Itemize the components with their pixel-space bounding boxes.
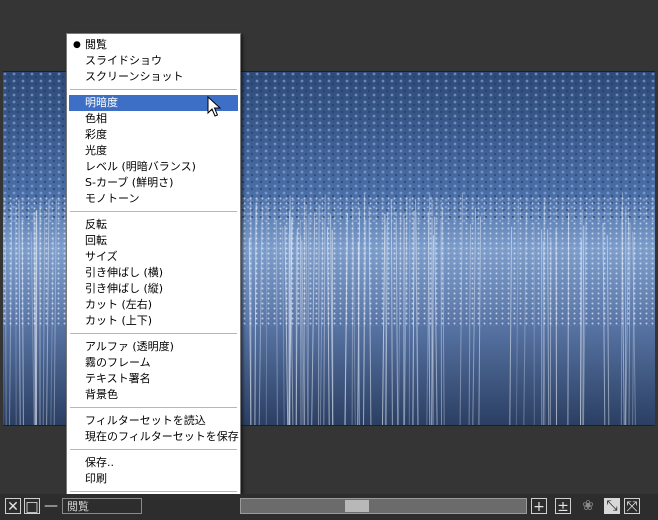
menu-separator [70,407,237,408]
fit-shrink-icon[interactable]: ⤧ [624,498,640,515]
menu-item[interactable]: 印刷 [69,471,238,487]
zoom-in-icon[interactable]: + [531,498,547,515]
menu-item-label: モノトーン [85,192,140,205]
menu-item-label: S-カーブ (鮮明さ) [85,176,174,189]
menu-item-label: 明暗度 [85,96,118,109]
zoom-slider[interactable] [240,498,527,514]
menu-item-label: フィルターセットを読込 [85,414,206,427]
menu-separator [70,449,237,450]
menu-item-label: 保存.. [85,456,114,469]
menu-item[interactable]: 光度 [69,143,238,159]
bottom-toolbar: ✕ □ — 閲覧 + ± ❀ ⤡ ⤧ [0,494,658,520]
menu-item-label: 引き伸ばし (横) [85,266,164,279]
menu-item[interactable]: フィルターセットを読込 [69,413,238,429]
menu-item[interactable]: モノトーン [69,191,238,207]
menu-item[interactable]: アルファ (透明度) [69,339,238,355]
menu-item-label: レベル (明暗バランス) [85,160,196,173]
menu-item[interactable]: ● 閲覧 [69,37,238,53]
menu-item[interactable]: 彩度 [69,127,238,143]
menu-item-label: カット (上下) [85,314,153,327]
menu-item[interactable]: 保存.. [69,455,238,471]
menu-item[interactable]: 霧のフレーム [69,355,238,371]
menu-item-label: 霧のフレーム [85,356,151,369]
menu-item[interactable]: 背景色 [69,387,238,403]
menu-item[interactable]: 回転 [69,233,238,249]
menu-item[interactable]: スクリーンショット [69,69,238,85]
menu-separator [70,89,237,90]
menu-item-label: 反転 [85,218,107,231]
menu-item-label: 彩度 [85,128,107,141]
menu-item-label: テキスト署名 [85,372,151,385]
menu-item-label: アルファ (透明度) [85,340,174,353]
menu-item-label: 背景色 [85,388,118,401]
menu-item[interactable]: カット (上下) [69,313,238,329]
fit-expand-icon[interactable]: ⤡ [604,498,620,514]
menu-item[interactable]: カット (左右) [69,297,238,313]
mode-select[interactable]: 閲覧 [62,498,142,514]
image-viewer-window: ● 閲覧 スライドショウ スクリーンショット 明暗度 色相 彩度 光度 レベル (明暗バランス)… [0,0,658,520]
menu-separator [70,211,237,212]
menu-item-label: 印刷 [85,472,107,485]
close-icon[interactable]: ✕ [5,498,21,515]
menu-item[interactable]: 引き伸ばし (縦) [69,281,238,297]
restore-icon[interactable]: □ [24,498,40,515]
menu-item[interactable]: レベル (明暗バランス) [69,159,238,175]
zoom-reset-icon[interactable]: ± [555,498,571,515]
menu-separator [70,333,237,334]
menu-item-label: 引き伸ばし (縦) [85,282,164,295]
menu-item-label: 閲覧 [85,38,107,51]
menu-item[interactable]: テキスト署名 [69,371,238,387]
minimize-icon[interactable]: — [43,498,59,514]
menu-item-label: 回転 [85,234,107,247]
menu-item-label: スクリーンショット [85,70,184,83]
paw-icon[interactable]: ❀ [580,498,596,514]
menu-item-label: 色相 [85,112,107,125]
menu-item[interactable]: 引き伸ばし (横) [69,265,238,281]
zoom-slider-thumb[interactable] [345,500,369,512]
menu-item[interactable]: サイズ [69,249,238,265]
menu-item-label: カット (左右) [85,298,153,311]
menu-item[interactable]: スライドショウ [69,53,238,69]
mouse-cursor-icon [207,96,221,117]
menu-item[interactable]: 現在のフィルターセットを保存 [69,429,239,445]
menu-item-label: サイズ [85,250,118,263]
checked-bullet-icon: ● [73,40,81,50]
menu-item-label: 現在のフィルターセットを保存 [85,430,239,443]
menu-separator [70,491,237,492]
menu-item[interactable]: S-カーブ (鮮明さ) [69,175,238,191]
menu-item-label: 光度 [85,144,107,157]
menu-item[interactable]: 反転 [69,217,238,233]
menu-item-label: スライドショウ [85,54,162,67]
